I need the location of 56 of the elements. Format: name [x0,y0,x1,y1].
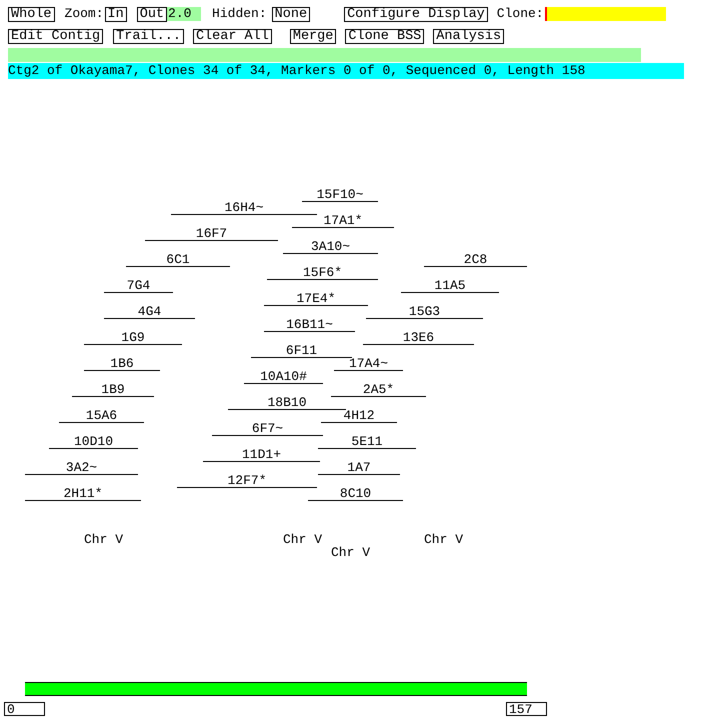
clone-bar: 7G4 [104,280,173,293]
merge-button[interactable]: Merge [290,28,336,44]
clone-field[interactable] [544,7,666,21]
clone-bar: 1B6 [84,358,160,371]
clone-bar: 6C1 [126,254,230,267]
chromosome-label: Chr V [424,533,464,547]
clone-bar: 1B9 [72,384,154,397]
clone-bar: 17E4* [264,293,368,306]
hidden-button[interactable]: None [272,6,310,22]
contig-info-bar: Ctg2 of Okayama7, Clones 34 of 34, Markers 0 of 0, Sequenced 0, Length 158 [8,63,684,79]
clone-bar: 18B10 [228,397,346,410]
clone-bar: 12F7* [177,475,317,488]
edit-contig-button[interactable]: Edit Contig [8,28,104,44]
clone-bar: 6F7~ [212,423,323,436]
clone-bar: 8C10 [308,488,403,501]
chromosome-label: Chr V [84,533,124,547]
clone-bar: 4G4 [104,306,195,319]
clone-bar: 11D1+ [203,449,320,462]
configure-display-button[interactable]: Configure Display [344,6,488,22]
clone-label: Clone: [496,7,544,21]
clone-bar: 15F6* [267,267,378,280]
clone-bar: 11A5 [401,280,499,293]
range-end-field[interactable]: 157 [506,702,547,716]
clone-bar: 3A10~ [283,241,378,254]
clone-bar: 16H4~ [171,202,317,215]
clone-bar: 2C8 [424,254,527,267]
hidden-label: Hidden: [212,7,267,21]
clone-bar: 15A6 [59,410,144,423]
zoom-field[interactable]: 2.0 [167,7,202,21]
clone-bar: 10D10 [49,436,138,449]
zoom-out-button[interactable]: Out [136,6,168,22]
clone-bar: 17A4~ [334,358,403,371]
clone-bar: 16F7 [145,228,278,241]
chromosome-label: Chr V [283,533,322,547]
clone-bar: 4H12 [321,410,397,423]
chromosome-label: Chr V [331,546,370,560]
clone-bar: 16B11~ [264,319,355,332]
clone-bar: 10A10# [244,371,323,384]
clone-bar: 2A5* [331,384,426,397]
clone-bar: 15G3 [366,306,483,319]
clone-bss-button[interactable]: Clone BSS [345,28,424,44]
trail-button[interactable]: Trail... [113,28,184,44]
analysis-button[interactable]: Analysis [433,28,504,44]
clone-bar: 17A1* [292,215,394,228]
range-start-field[interactable]: 0 [4,702,45,716]
clone-bar: 6F11 [251,345,352,358]
whole-button[interactable]: Whole [8,6,55,22]
zoom-in-button[interactable]: In [104,6,127,22]
clone-bar: 13E6 [363,332,474,345]
clone-bar: 1G9 [84,332,182,345]
clone-bar: 3A2~ [25,462,138,475]
clone-bar: 1A7 [318,462,400,475]
clone-bar: 15F10~ [302,189,378,202]
clone-bar: 2H11* [25,488,141,501]
zoom-label: Zoom: [64,7,104,21]
clone-bar: 5E11 [318,436,416,449]
